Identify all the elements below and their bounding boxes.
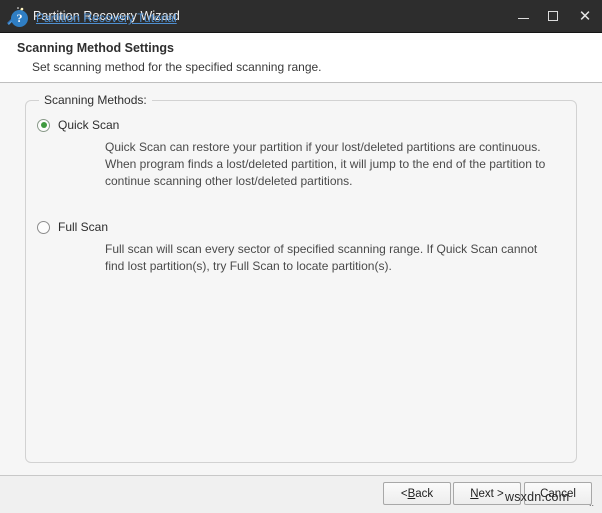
window-controls: ✕	[508, 0, 602, 33]
next-label-post: ext >	[478, 487, 504, 500]
watermark-text: wsxdn.com	[505, 490, 570, 504]
close-icon: ✕	[578, 6, 592, 25]
page-subtitle: Set scanning method for the specified sc…	[32, 60, 322, 74]
close-button[interactable]: ✕	[568, 0, 602, 33]
option-description-full-scan: Full scan will scan every sector of spec…	[105, 242, 538, 273]
help-icon[interactable]: ?	[11, 10, 28, 27]
page-header: Scanning Method Settings Set scanning me…	[0, 33, 602, 83]
back-label-mnemonic: B	[407, 487, 416, 500]
option-full-scan[interactable]: Full Scan Full scan will scan every sect…	[26, 220, 576, 275]
option-label-quick-scan: Quick Scan	[58, 118, 120, 132]
content-area: Scanning Methods: Quick Scan Quick Scan …	[0, 84, 602, 475]
minimize-icon	[517, 18, 529, 19]
radio-row-full-scan[interactable]: Full Scan	[26, 220, 576, 234]
option-quick-scan[interactable]: Quick Scan Quick Scan can restore your p…	[26, 118, 576, 190]
back-button[interactable]: < Back	[383, 482, 451, 505]
radio-quick-scan[interactable]	[37, 118, 50, 132]
radio-full-scan[interactable]	[37, 220, 50, 234]
back-label-pre: <	[400, 487, 408, 500]
option-description-quick-scan: Quick Scan can restore your partition if…	[105, 140, 546, 188]
group-legend: Scanning Methods:	[39, 93, 152, 107]
maximize-icon	[548, 11, 558, 21]
page-title: Scanning Method Settings	[17, 41, 174, 55]
minimize-button[interactable]	[508, 0, 538, 33]
partition-recovery-tutorial-link[interactable]: Partition Recovery Tutorial	[36, 11, 177, 25]
scanning-methods-group: Scanning Methods: Quick Scan Quick Scan …	[25, 93, 577, 463]
watermark-dots: ..	[589, 498, 595, 508]
partition-recovery-wizard-window: Partition Recovery Wizard ✕ Scanning Met…	[0, 0, 602, 513]
back-label-post: ack	[415, 487, 434, 500]
next-label-mnemonic: N	[470, 487, 479, 500]
maximize-button[interactable]	[538, 0, 568, 33]
radio-row-quick-scan[interactable]: Quick Scan	[26, 118, 576, 132]
option-label-full-scan: Full Scan	[58, 220, 109, 234]
